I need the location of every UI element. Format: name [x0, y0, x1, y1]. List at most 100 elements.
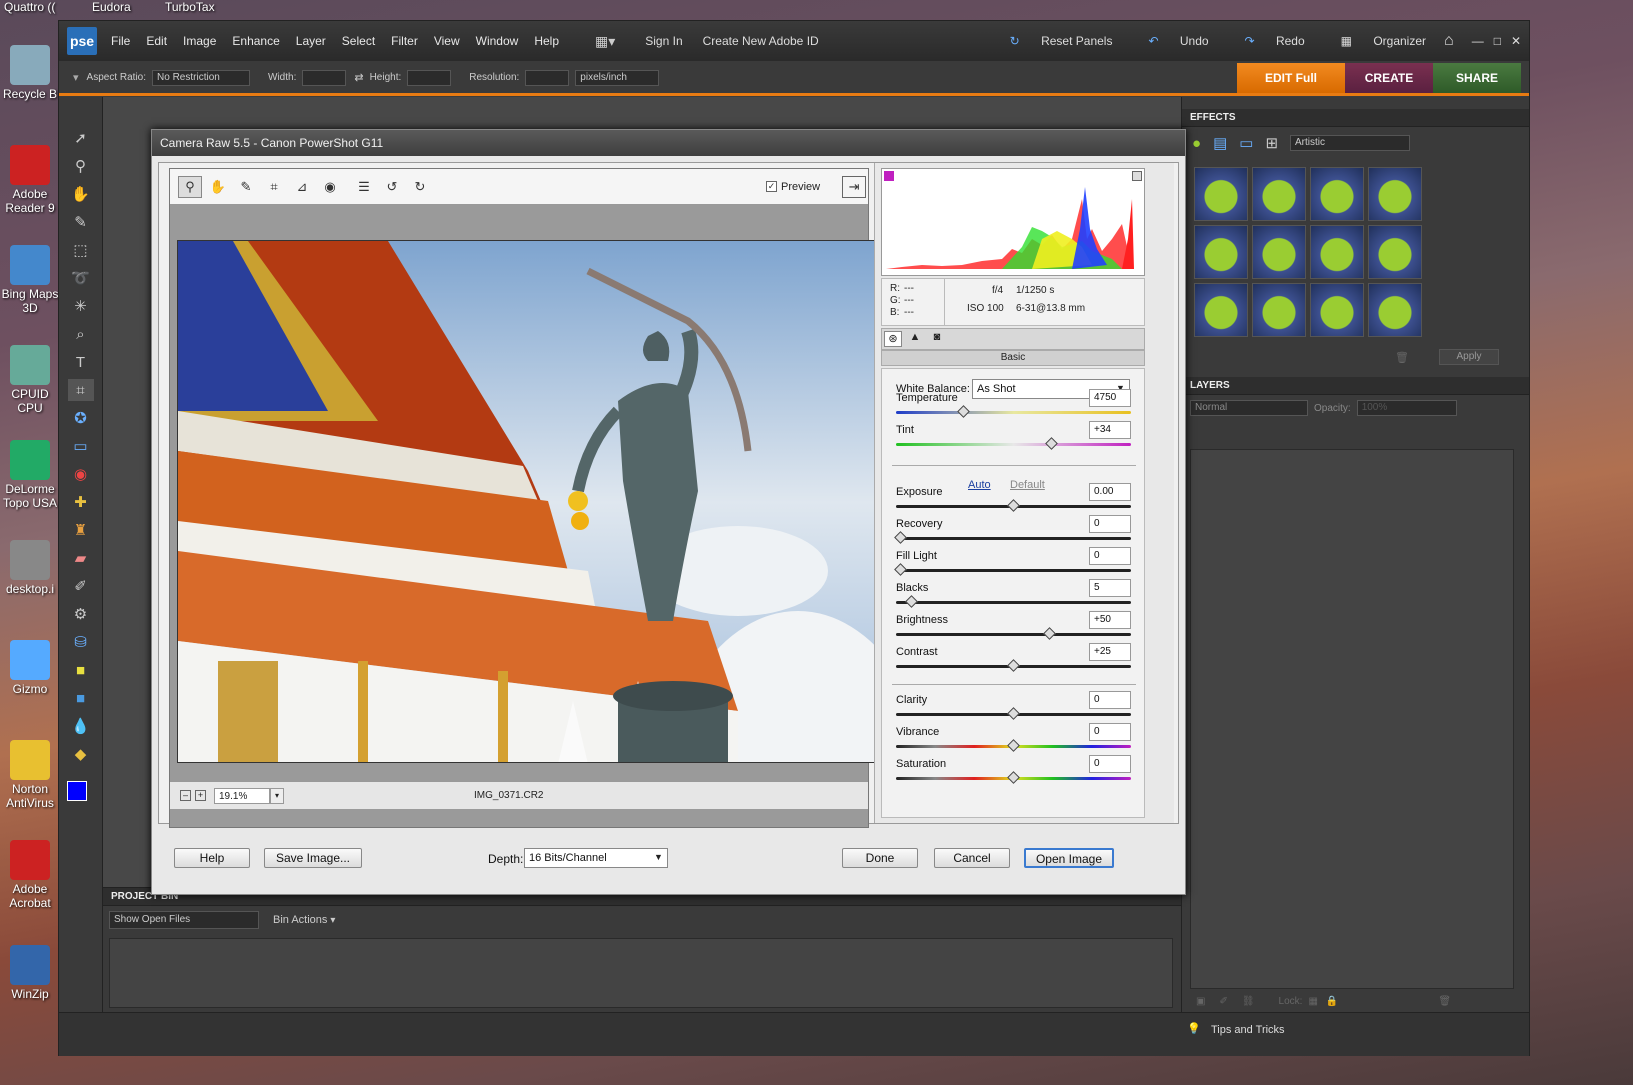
type-tool-icon[interactable]: T	[68, 351, 94, 373]
effect-thumbnail[interactable]	[1252, 225, 1306, 279]
cancel-button[interactable]: Cancel	[934, 848, 1010, 868]
apply-button[interactable]: Apply	[1439, 349, 1499, 365]
zoom-in-icon[interactable]: +	[195, 790, 206, 801]
desktop-label-quattro[interactable]: Quattro ((	[4, 0, 55, 14]
healing-brush-tool-icon[interactable]: ✚	[68, 491, 94, 513]
all-effects-icon[interactable]: ⊞	[1265, 134, 1278, 152]
slider-handle[interactable]	[894, 563, 907, 576]
slider-track[interactable]	[896, 569, 1131, 572]
cookie-cutter-tool-icon[interactable]: ✪	[68, 407, 94, 429]
slider-value-input[interactable]: 0	[1089, 755, 1131, 773]
organizer-button[interactable]: ▦ Organizer	[1323, 34, 1426, 48]
slider-track[interactable]	[896, 443, 1131, 446]
save-image-button[interactable]: Save Image...	[264, 848, 362, 868]
brush-icon[interactable]: ✐	[1219, 996, 1227, 1007]
slider-handle[interactable]	[894, 531, 907, 544]
smart-brush-tool-icon[interactable]: ⚙	[68, 603, 94, 625]
menu-edit[interactable]: Edit	[146, 34, 167, 48]
slider-track[interactable]	[896, 537, 1131, 540]
default-link[interactable]: Default	[1010, 479, 1045, 491]
effect-thumbnail[interactable]	[1194, 283, 1248, 337]
link-icon[interactable]: ⛓	[1242, 996, 1255, 1007]
move-tool-icon[interactable]: ➚	[68, 127, 94, 149]
sign-in-link[interactable]: Sign In	[645, 34, 682, 48]
rotate-right-icon[interactable]: ↻	[408, 176, 432, 198]
bin-actions-menu[interactable]: Bin Actions	[273, 914, 327, 926]
eraser-tool-icon[interactable]: ▰	[68, 547, 94, 569]
desktop-label-turbotax[interactable]: TurboTax	[165, 0, 215, 14]
crop-tool-icon[interactable]: ⌗	[67, 379, 94, 401]
height-input[interactable]	[407, 69, 452, 86]
lasso-tool-icon[interactable]: ➰	[68, 267, 94, 289]
show-files-select[interactable]: Show Open Files	[109, 911, 259, 929]
zoom-level-field[interactable]: 19.1%	[214, 787, 270, 804]
effects-category-select[interactable]: Artistic	[1290, 135, 1411, 151]
clone-stamp-tool-icon[interactable]: ♜	[68, 519, 94, 541]
bin-actions-chevron-icon[interactable]: ▾	[330, 915, 335, 926]
marquee-tool-icon[interactable]: ⬚	[68, 239, 94, 261]
desktop-icon[interactable]: Adobe Acrobat	[0, 840, 60, 910]
quick-select-tool-icon[interactable]: ⌕	[68, 323, 94, 345]
tab-create[interactable]: CREATE	[1345, 63, 1433, 93]
home-icon[interactable]: ⌂	[1444, 32, 1454, 50]
tab-basic-icon[interactable]: ⊛	[884, 331, 902, 347]
desktop-icon[interactable]: CPUID CPU	[0, 345, 60, 415]
new-layer-icon[interactable]: ▣	[1196, 996, 1205, 1007]
sponge-tool-icon[interactable]: ◆	[68, 743, 94, 765]
redo-button[interactable]: ↷ Redo	[1227, 34, 1305, 48]
effect-thumbnail[interactable]	[1310, 283, 1364, 337]
slider-handle[interactable]	[1007, 659, 1020, 672]
preview-checkbox[interactable]: ✓	[766, 181, 777, 192]
blend-mode-select[interactable]: Normal	[1190, 400, 1308, 416]
aspect-ratio-select[interactable]: No Restriction	[152, 69, 251, 86]
project-bin-content[interactable]	[109, 938, 1173, 1008]
desktop-icon[interactable]: Bing Maps 3D	[0, 245, 60, 315]
zoom-tool-icon[interactable]: ⚲	[68, 155, 94, 177]
desktop-icon[interactable]: DeLorme Topo USA	[0, 440, 60, 510]
menu-help[interactable]: Help	[534, 34, 559, 48]
maximize-icon[interactable]: □	[1494, 34, 1501, 48]
arrange-icon[interactable]: ▦▾	[595, 33, 615, 50]
effect-thumbnail[interactable]	[1368, 283, 1422, 337]
layers-list[interactable]	[1190, 449, 1514, 989]
slider-track[interactable]	[896, 633, 1131, 636]
menu-filter[interactable]: Filter	[391, 34, 418, 48]
menu-file[interactable]: File	[111, 34, 130, 48]
zoom-dropdown-icon[interactable]: ▾	[270, 787, 284, 804]
zoom-tool-icon[interactable]: ⚲	[178, 175, 202, 198]
open-image-button[interactable]: Open Image	[1024, 848, 1114, 868]
tab-detail-icon[interactable]: ▲	[906, 331, 924, 347]
close-icon[interactable]: ✕	[1511, 34, 1521, 48]
slider-handle[interactable]	[1045, 437, 1059, 450]
menu-window[interactable]: Window	[476, 34, 519, 48]
auto-link[interactable]: Auto	[968, 479, 991, 491]
slider-handle[interactable]	[1007, 771, 1020, 784]
eyedropper-tool-icon[interactable]: ✎	[68, 211, 94, 233]
gradient-tool-icon[interactable]: ■	[68, 659, 94, 681]
fullscreen-icon[interactable]: ⇥	[842, 175, 867, 198]
slider-value-input[interactable]: 0	[1089, 547, 1131, 565]
tab-camera-calibration-icon[interactable]: ◙	[928, 331, 946, 347]
red-eye-tool-icon[interactable]: ◉	[68, 463, 94, 485]
effect-thumbnail[interactable]	[1310, 225, 1364, 279]
create-adobe-id-link[interactable]: Create New Adobe ID	[703, 34, 819, 48]
highlight-clipping-icon[interactable]	[1132, 171, 1142, 181]
units-select[interactable]: pixels/inch	[575, 69, 660, 86]
help-button[interactable]: Help	[174, 848, 250, 868]
tab-share[interactable]: SHARE	[1433, 63, 1521, 93]
slider-value-input[interactable]: 0	[1089, 723, 1131, 741]
preferences-icon[interactable]: ☰	[352, 176, 376, 198]
crop-tool-icon[interactable]: ⌗	[262, 176, 286, 198]
width-input[interactable]	[302, 69, 347, 86]
minimize-icon[interactable]: —	[1472, 34, 1484, 48]
effect-thumbnail[interactable]	[1194, 167, 1248, 221]
blur-tool-icon[interactable]: 💧	[68, 715, 94, 737]
filters-icon[interactable]: ●	[1192, 135, 1201, 152]
swap-icon[interactable]: ⇄	[354, 71, 363, 84]
red-eye-tool-icon[interactable]: ◉	[318, 176, 342, 198]
straighten-tool-icon[interactable]: ⊿	[290, 176, 314, 198]
shadow-clipping-icon[interactable]	[884, 171, 894, 181]
trash-icon[interactable]: 🗑	[1395, 351, 1409, 364]
slider-handle[interactable]	[1007, 499, 1020, 512]
brush-tool-icon[interactable]: ✐	[68, 575, 94, 597]
